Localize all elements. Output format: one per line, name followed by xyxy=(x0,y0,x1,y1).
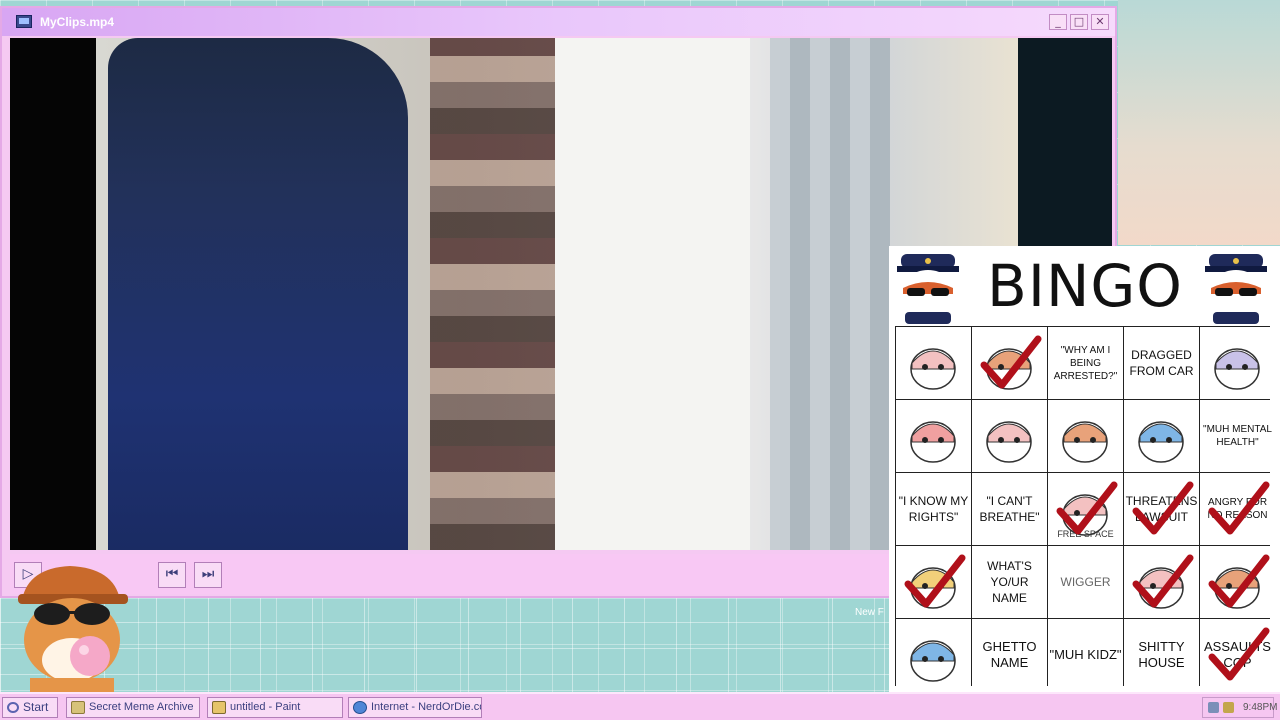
police-officer-figure xyxy=(108,38,408,550)
task-secret-meme-archive[interactable]: Secret Meme Archive xyxy=(66,697,200,718)
bingo-cell-text: "I KNOW MY RIGHTS" xyxy=(898,494,969,524)
network-icon[interactable] xyxy=(1208,702,1219,713)
minimize-button[interactable]: _ xyxy=(1049,14,1067,30)
system-tray: 9:48PM xyxy=(1202,697,1277,718)
bingo-cell xyxy=(1048,400,1123,472)
police-cat-icon xyxy=(897,254,959,324)
previous-button[interactable]: ⏮ xyxy=(158,562,186,588)
bingo-cell-text: "MUH KIDZ" xyxy=(1049,647,1122,662)
bingo-cell-text: THREATENS LAWSUIT xyxy=(1125,494,1198,524)
speaker-icon[interactable] xyxy=(1223,702,1234,713)
desktop-icon-label[interactable]: New F xyxy=(855,607,884,618)
start-label: Start xyxy=(23,700,49,714)
folder-icon xyxy=(71,701,85,714)
bingo-cell xyxy=(972,327,1047,399)
bingo-cell: WIGGER xyxy=(1048,546,1123,618)
hooded-cat-icon xyxy=(1138,567,1184,609)
bingo-cell: "WHY AM I BEING ARRESTED?" xyxy=(1048,327,1123,399)
bingo-cell xyxy=(896,327,971,399)
window-title: MyClips.mp4 xyxy=(40,15,115,29)
desktop-wallpaper-corner xyxy=(1118,0,1280,245)
chubby-cat-icon xyxy=(910,640,956,682)
bingo-cell-text: WHAT'S YO/UR NAME xyxy=(987,559,1032,605)
bingo-grid: "WHY AM I BEING ARRESTED?" DRAGGED FROM C… xyxy=(895,326,1275,691)
taskbar: Start Secret Meme Archive untitled - Pai… xyxy=(0,692,1280,720)
task-paint[interactable]: untitled - Paint xyxy=(207,697,343,718)
letterbox-left xyxy=(10,38,96,550)
driving-cat-icon xyxy=(986,421,1032,463)
bingo-cell: ASSAULTS COP xyxy=(1200,619,1275,691)
bingo-card: BINGO "WHY AM I BEING ARRESTED?" DRAGGED … xyxy=(889,246,1280,692)
bingo-cell xyxy=(1200,546,1275,618)
bingo-cell xyxy=(972,400,1047,472)
task-label: untitled - Paint xyxy=(230,701,301,713)
bingo-header: BINGO xyxy=(889,246,1280,326)
angry-cat-icon xyxy=(1138,421,1184,463)
paint-icon xyxy=(212,701,226,714)
bingo-cell-text: "MUH MENTAL HEALTH" xyxy=(1203,424,1272,448)
bingo-cell: "MUH KIDZ" xyxy=(1048,619,1123,691)
bingo-cell: DRAGGED FROM CAR xyxy=(1124,327,1199,399)
hijab-cat-sticker-icon xyxy=(910,348,956,390)
bingo-cell: "I KNOW MY RIGHTS" xyxy=(896,473,971,545)
bingo-cell: SHITTY HOUSE xyxy=(1124,619,1199,691)
close-button[interactable]: ✕ xyxy=(1091,14,1109,30)
bingo-cell: WHAT'S YO/UR NAME xyxy=(972,546,1047,618)
door-panel xyxy=(555,38,750,550)
sketch-figure-icon xyxy=(1214,348,1260,390)
bingo-cell: ANGRY FOR NO REASON xyxy=(1200,473,1275,545)
start-logo-icon xyxy=(7,702,19,713)
bingo-cell-text: DRAGGED FROM CAR xyxy=(1129,348,1194,378)
bingo-title: BINGO xyxy=(987,252,1183,320)
task-label: Internet - NerdOrDie.com xyxy=(371,701,481,713)
bingo-cell: FREE SPACE xyxy=(1048,473,1123,545)
bingo-cell xyxy=(1124,400,1199,472)
next-button[interactable]: ⏭ xyxy=(194,562,222,588)
bingo-cell-text: WIGGER xyxy=(1060,575,1111,589)
start-button[interactable]: Start xyxy=(2,697,58,718)
bingo-cell: THREATENS LAWSUIT xyxy=(1124,473,1199,545)
bingo-cell: "I CAN'T BREATHE" xyxy=(972,473,1047,545)
blurred-wall xyxy=(770,38,890,550)
window-titlebar[interactable]: MyClips.mp4 _ □ ✕ xyxy=(2,8,1115,36)
video-file-icon xyxy=(16,15,32,28)
yelling-cat-icon xyxy=(1214,567,1260,609)
sunglasses-cat-sticker xyxy=(18,566,128,692)
player-controls: ▷ ⏮ ⏭ xyxy=(10,554,890,594)
bingo-cell-text: "I CAN'T BREATHE" xyxy=(979,494,1040,524)
bingo-cell-text: ASSAULTS COP xyxy=(1204,639,1271,670)
bingo-cell-text: GHETTO NAME xyxy=(982,639,1037,670)
skip-back-icon: ⏮ xyxy=(165,566,179,582)
bingo-cell-text: ANGRY FOR NO REASON xyxy=(1207,497,1268,521)
bingo-cell xyxy=(1124,546,1199,618)
cartoon-person-icon xyxy=(910,421,956,463)
blonde-cartoon-icon xyxy=(910,567,956,609)
globe-icon xyxy=(353,701,367,714)
bingo-cell xyxy=(896,619,971,691)
woman-face-photo-icon xyxy=(986,348,1032,390)
crying-cartoon-icon xyxy=(1062,421,1108,463)
bingo-cell: "MUH MENTAL HEALTH" xyxy=(1200,400,1275,472)
bingo-cell xyxy=(896,400,971,472)
police-cat-icon xyxy=(1205,254,1267,324)
bingo-cell xyxy=(896,546,971,618)
task-label: Secret Meme Archive xyxy=(89,701,194,713)
pixelated-region xyxy=(430,38,556,550)
task-internet-browser[interactable]: Internet - NerdOrDie.com xyxy=(348,697,482,718)
bingo-cell-text: SHITTY HOUSE xyxy=(1138,639,1185,670)
clock[interactable]: 9:48PM xyxy=(1243,702,1277,713)
bingo-cell-text: "WHY AM I BEING ARRESTED?" xyxy=(1053,344,1118,382)
bingo-cell: GHETTO NAME xyxy=(972,619,1047,691)
maximize-button[interactable]: □ xyxy=(1070,14,1088,30)
free-space-label: FREE SPACE xyxy=(1057,529,1114,539)
bingo-cell xyxy=(1200,327,1275,399)
skip-forward-icon: ⏭ xyxy=(201,566,215,582)
